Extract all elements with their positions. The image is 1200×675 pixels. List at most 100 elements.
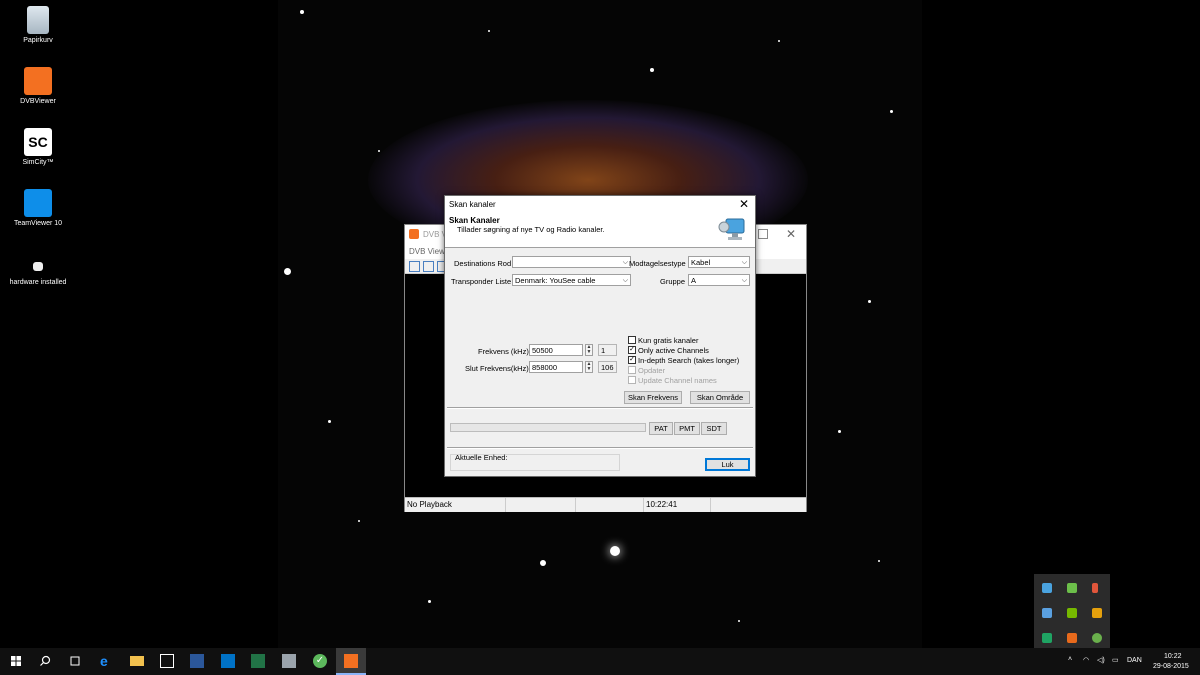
spotify-tray-icon[interactable] — [1092, 633, 1102, 643]
simcity-icon: SC — [24, 128, 52, 156]
desktop-icon-dvbviewer[interactable]: DVBViewer — [0, 67, 76, 105]
star — [890, 110, 893, 113]
language-indicator[interactable]: DAN — [1127, 657, 1142, 664]
teamviewer-icon — [24, 189, 52, 217]
green-check-button[interactable]: ✓ — [306, 648, 334, 675]
group-select[interactable]: A ⌵ — [688, 274, 750, 286]
close-icon[interactable]: ✕ — [739, 197, 749, 211]
speaker-muted-tray-icon[interactable] — [1092, 583, 1098, 593]
task-view-button[interactable] — [61, 648, 89, 675]
store-button[interactable] — [153, 648, 181, 675]
star — [284, 268, 291, 275]
star — [540, 560, 546, 566]
transponder-select[interactable]: Denmark: YouSee cable ⌵ — [512, 274, 631, 286]
reception-value: Kabel — [691, 258, 711, 267]
google-drive-tray-icon[interactable] — [1042, 633, 1052, 643]
desktop-icon-hardware[interactable]: hardware installed — [0, 262, 76, 286]
search-button[interactable] — [31, 648, 59, 675]
scan-range-button[interactable]: Skan Område — [690, 391, 750, 404]
dialog-subheading: Tillader søgning af nye TV og Radio kana… — [457, 225, 605, 234]
star — [650, 68, 654, 72]
file-explorer-button[interactable] — [123, 648, 151, 675]
monitor-icon — [718, 218, 745, 240]
destination-select[interactable]: ⌵ — [512, 256, 631, 268]
clock-date[interactable]: 29-08-2015 — [1153, 663, 1189, 670]
checkbox-update[interactable] — [628, 366, 636, 374]
dialog-header: Skan Kanaler Tillader søgning af nye TV … — [445, 212, 755, 248]
toolbar-window-icon[interactable] — [409, 261, 420, 272]
star — [778, 40, 780, 42]
maximize-icon[interactable] — [758, 229, 768, 239]
wifi-icon[interactable]: ◠ — [1083, 656, 1089, 664]
start-icon — [11, 656, 21, 666]
scan-progress-bar — [450, 423, 646, 432]
app-button[interactable] — [275, 648, 303, 675]
end-frequency-stepper[interactable]: ▲ ▼ — [585, 361, 593, 373]
nvidia-tray-icon[interactable] — [1067, 608, 1077, 618]
checkbox-active-channels[interactable]: ✓ — [628, 346, 636, 354]
desktop-icon-label: SimCity™ — [22, 159, 54, 166]
document-icon — [33, 262, 43, 271]
playback-status: No Playback — [407, 500, 452, 509]
task-view-icon — [70, 656, 80, 666]
outlook-icon — [221, 654, 235, 668]
desktop-icon-label: DVBViewer — [20, 98, 56, 105]
toolbar-fullscreen-icon[interactable] — [423, 261, 434, 272]
chevron-down-icon: ⌵ — [741, 277, 747, 284]
recycle-bin-icon — [27, 6, 49, 34]
plex-tray-icon[interactable] — [1092, 608, 1102, 618]
taskbar: e ✓ ˄ ◠ ◁) ▭ DAN 10:22 29-08-2015 — [0, 648, 1200, 675]
end-frequency-input[interactable]: 858000 — [529, 361, 583, 373]
dialog-divider — [447, 407, 753, 409]
star — [488, 30, 490, 32]
green-check-icon: ✓ — [313, 654, 327, 668]
close-button[interactable]: Luk — [705, 458, 750, 471]
frequency-input[interactable]: 50500 — [529, 344, 583, 356]
excel-button[interactable] — [244, 648, 272, 675]
word-button[interactable] — [183, 648, 211, 675]
sync-tray-icon[interactable] — [1042, 608, 1052, 618]
checkbox-in-depth-search[interactable]: ✓ — [628, 356, 636, 364]
scan-channels-dialog: Skan kanaler ✕ Skan Kanaler Tillader søg… — [444, 195, 756, 477]
dvb-status-bar: No Playback 10:22:41 — [405, 497, 806, 512]
file-explorer-icon — [130, 656, 144, 666]
reception-select[interactable]: Kabel ⌵ — [688, 256, 750, 268]
sdt-button[interactable]: SDT — [701, 422, 727, 435]
reception-label: Modtagelsestype — [629, 259, 686, 268]
star — [300, 10, 304, 14]
settings-tray-icon[interactable] — [1067, 633, 1077, 643]
notification-icon[interactable]: ▭ — [1112, 656, 1119, 664]
checkbox-free-channels[interactable] — [628, 336, 636, 344]
status-separator — [710, 498, 711, 512]
safe-remove-tray-icon[interactable] — [1067, 583, 1077, 593]
scan-frequency-button[interactable]: Skan Frekvens — [624, 391, 682, 404]
dvbviewer-taskbar-button[interactable] — [336, 648, 366, 675]
dialog-divider — [447, 447, 753, 449]
app-icon — [282, 654, 296, 668]
pat-button[interactable]: PAT — [649, 422, 673, 435]
transponder-value: Denmark: YouSee cable — [515, 276, 596, 285]
status-clock: 10:22:41 — [646, 500, 678, 509]
edge-button[interactable]: e — [93, 648, 121, 675]
chevron-up-icon[interactable]: ˄ — [1068, 656, 1072, 663]
start-button[interactable] — [2, 648, 30, 675]
desktop-icon-teamviewer[interactable]: TeamViewer 10 — [0, 189, 76, 227]
network-tray-icon[interactable] — [1042, 583, 1052, 593]
edge-icon: e — [100, 653, 108, 669]
dialog-title: Skan kanaler — [449, 200, 496, 209]
dialog-title-bar[interactable]: Skan kanaler ✕ — [445, 196, 755, 212]
volume-icon[interactable]: ◁) — [1097, 656, 1105, 664]
checkbox-update-channel-names[interactable] — [628, 376, 636, 384]
clock-time[interactable]: 10:22 — [1164, 653, 1182, 660]
pmt-button[interactable]: PMT — [674, 422, 700, 435]
group-value: A — [691, 276, 697, 285]
close-icon[interactable]: ✕ — [786, 227, 796, 241]
outlook-button[interactable] — [214, 648, 242, 675]
frequency-stepper[interactable]: ▲ ▼ — [585, 344, 593, 356]
status-separator — [575, 498, 576, 512]
desktop-icon-label: TeamViewer 10 — [13, 220, 63, 227]
star — [738, 620, 740, 622]
desktop-icon-recycle-bin[interactable]: Papirkurv — [0, 6, 76, 44]
dvbviewer-icon — [409, 229, 419, 239]
desktop-icon-simcity[interactable]: SC SimCity™ — [0, 128, 76, 166]
